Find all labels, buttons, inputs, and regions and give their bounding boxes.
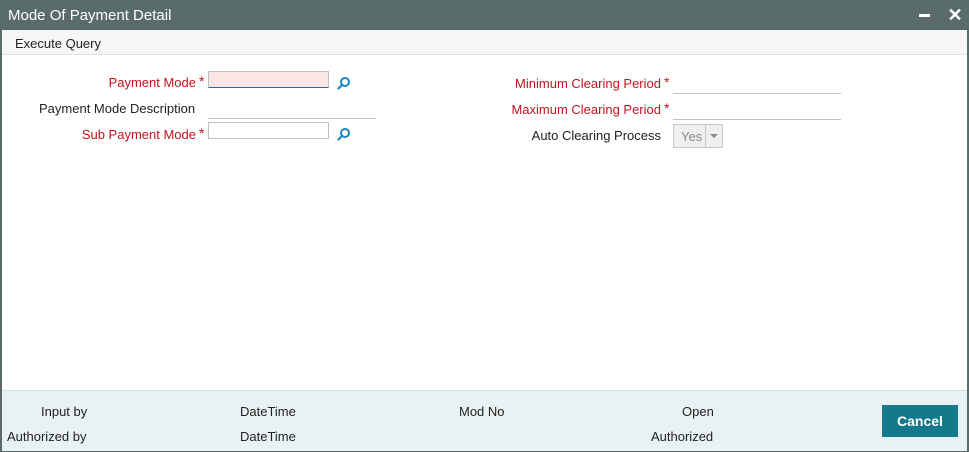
window-title: Mode Of Payment Detail: [8, 7, 172, 24]
auto-clearing-process-select[interactable]: Yes: [673, 124, 723, 148]
datetime-label: DateTime: [240, 404, 296, 419]
search-icon[interactable]: [337, 127, 351, 141]
payment-mode-label: Payment Mode: [108, 75, 196, 90]
execute-query-menu-item[interactable]: Execute Query: [15, 36, 101, 51]
title-bar: Mode Of Payment Detail ✕: [0, 0, 969, 30]
minimum-clearing-period-label: Minimum Clearing Period: [515, 76, 661, 91]
sub-payment-mode-input[interactable]: [208, 122, 329, 139]
minimize-icon[interactable]: [919, 14, 930, 17]
datetime-label: DateTime: [240, 429, 296, 444]
authorization-status-label: Authorized: [651, 429, 714, 444]
required-marker: *: [664, 100, 670, 116]
maximum-clearing-period-input[interactable]: [673, 101, 841, 120]
payment-mode-description-field: [208, 118, 376, 119]
menu-bar: Execute Query: [2, 30, 967, 55]
chevron-down-icon[interactable]: [705, 125, 722, 147]
input-by-label: Input by: [41, 404, 88, 419]
minimum-clearing-period-input[interactable]: [673, 75, 841, 94]
close-icon[interactable]: ✕: [946, 6, 964, 24]
required-marker: *: [664, 74, 670, 90]
payment-mode-input[interactable]: [208, 71, 329, 88]
sub-payment-mode-label: Sub Payment Mode: [81, 127, 196, 142]
search-icon[interactable]: [337, 76, 351, 90]
authorized-by-label: Authorized by: [7, 429, 87, 444]
record-status-label: Open: [682, 404, 714, 419]
auto-clearing-process-label: Auto Clearing Process: [531, 128, 661, 143]
auto-clearing-process-value: Yes: [681, 129, 703, 144]
maximum-clearing-period-label: Maximum Clearing Period: [511, 102, 661, 117]
required-marker: *: [199, 73, 205, 89]
cancel-button[interactable]: Cancel: [882, 405, 958, 437]
payment-mode-description-label: Payment Mode Description: [39, 101, 196, 116]
mod-no-label: Mod No: [459, 404, 505, 419]
required-marker: *: [199, 125, 205, 141]
audit-footer: [2, 390, 967, 451]
